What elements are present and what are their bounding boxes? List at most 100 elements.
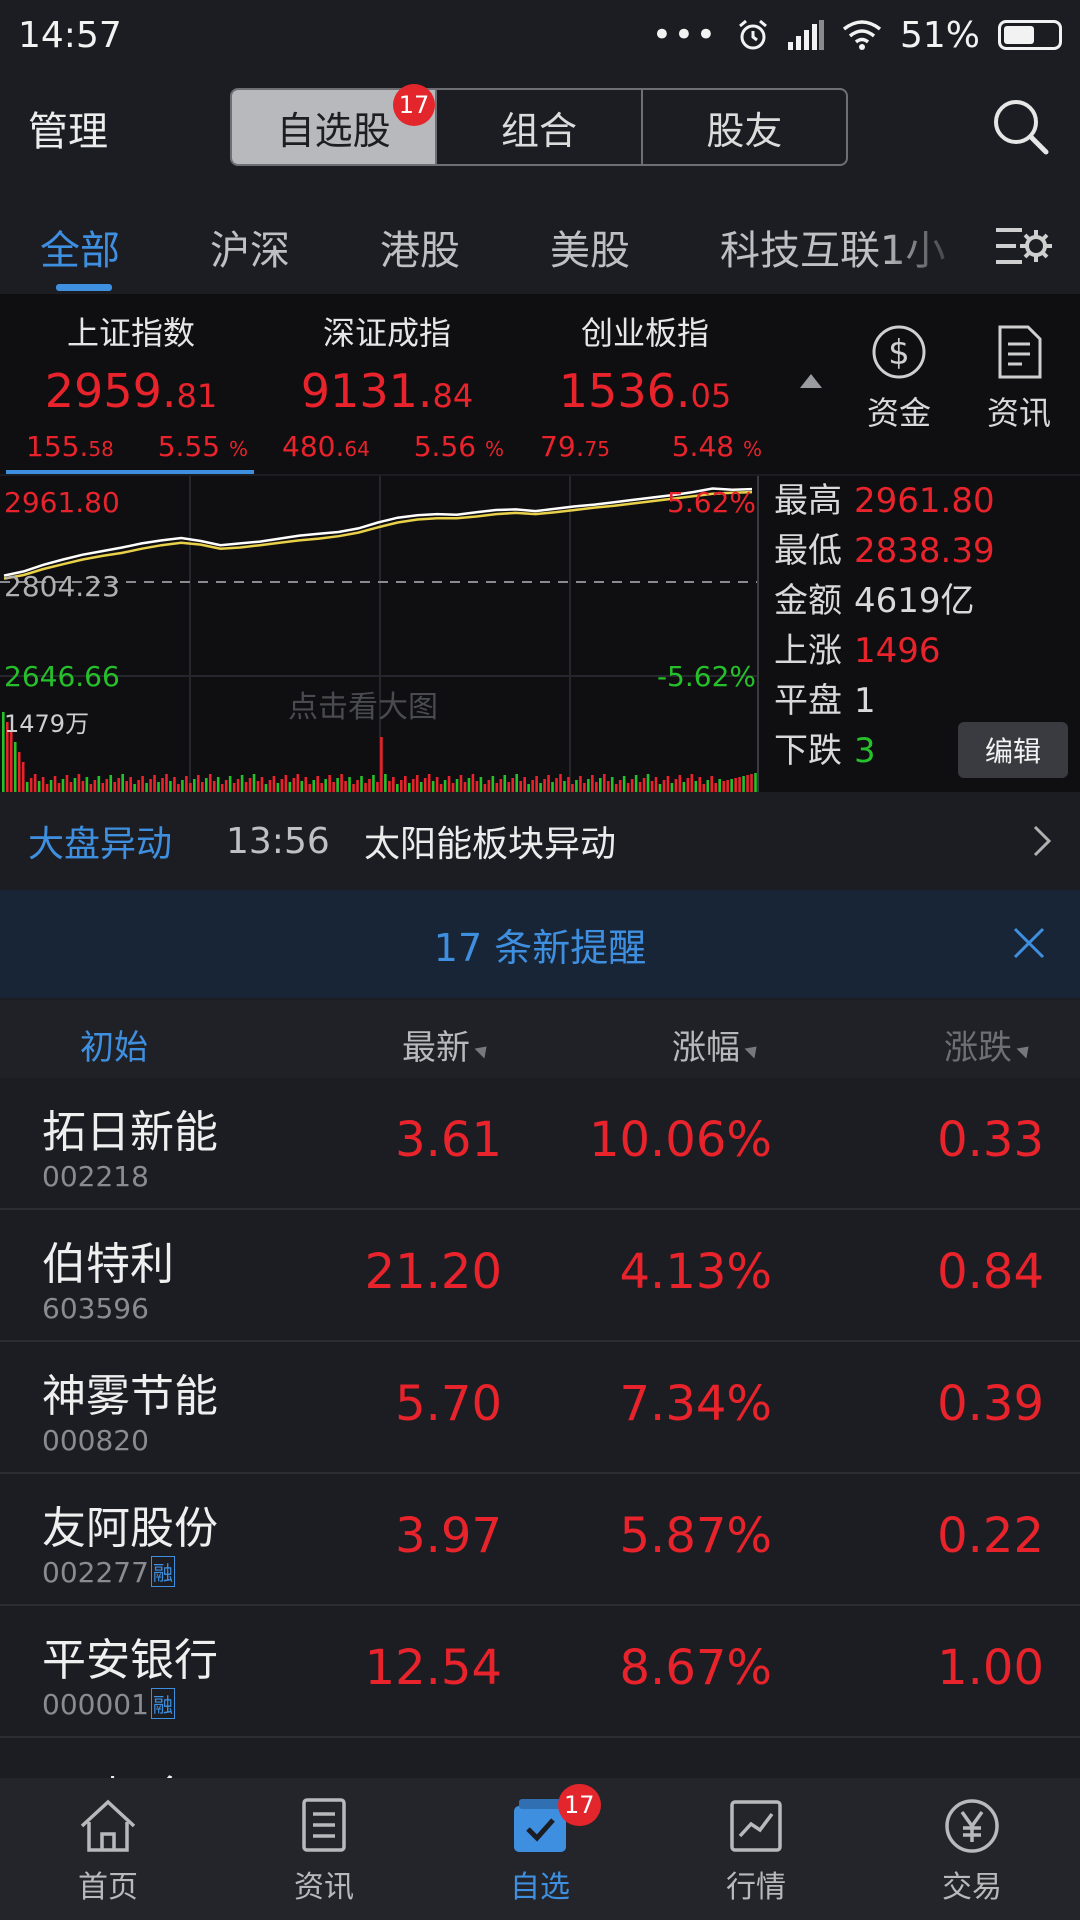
volume-bar: [380, 737, 383, 792]
chart-low-label: 2646.66: [4, 660, 120, 693]
chart-volume-label: 1479万: [4, 710, 90, 738]
collapse-arrow-icon[interactable]: [800, 374, 822, 388]
chart-icon: [730, 1800, 782, 1852]
chart-hint: 点击看大图: [288, 690, 438, 725]
category-hushen[interactable]: 沪深: [210, 218, 290, 276]
stock-row[interactable]: 拓日新能 002218 3.61 10.06% 0.33: [0, 1078, 1080, 1210]
category-all[interactable]: 全部: [40, 218, 120, 276]
volume-bar: [746, 775, 749, 792]
top-header: 管理 自选股 17 组合 股友: [0, 70, 1080, 186]
volume-bar: [503, 775, 507, 792]
stat-label: 下跌: [774, 731, 842, 771]
edit-button[interactable]: 编辑: [958, 722, 1068, 778]
volume-bar: [336, 778, 339, 792]
nav-badge: 17: [558, 1784, 601, 1826]
nav-news[interactable]: 资讯: [216, 1778, 432, 1920]
volume-bar: [495, 783, 499, 792]
volume-bar: [61, 779, 65, 792]
volume-bar: [201, 782, 204, 792]
volume-bar: [411, 779, 415, 792]
stock-pct: 10.06%: [588, 1112, 772, 1168]
new-alerts-banner[interactable]: 17 条新提醒: [0, 890, 1080, 998]
margin-tag: 融: [150, 1556, 175, 1587]
stat-label: 金额: [774, 581, 842, 621]
news-button[interactable]: 资讯: [964, 324, 1074, 434]
volume-bar: [352, 784, 355, 792]
volume-bar: [575, 780, 578, 792]
volume-bar: [583, 783, 586, 792]
tab-label: 股友: [706, 108, 783, 153]
volume-bar: [606, 781, 610, 792]
sort-icon: [474, 1041, 492, 1058]
document-icon: [998, 325, 1042, 379]
index-sz[interactable]: 深证成指 9131.84 480.64 5.56 %: [262, 294, 512, 463]
volume-bar: [332, 782, 335, 792]
volume-bar: [268, 780, 272, 792]
volume-bar: [57, 783, 61, 792]
nav-home[interactable]: 首页: [0, 1778, 216, 1920]
index-name: 深证成指: [322, 314, 451, 352]
stock-code: 002277 融: [42, 1556, 175, 1589]
sort-latest[interactable]: 最新: [402, 1020, 492, 1069]
stock-price: 3.61: [395, 1112, 502, 1168]
category-settings-icon[interactable]: [994, 220, 1054, 272]
sort-pct[interactable]: 涨幅: [672, 1020, 762, 1069]
volume-bar: [292, 778, 296, 792]
volume-bar: [563, 781, 566, 792]
sort-chg[interactable]: 涨跌: [944, 1020, 1034, 1069]
volume-bar: [121, 774, 124, 792]
funds-button[interactable]: $ 资金: [844, 324, 954, 434]
stat-value: 2961.80: [854, 481, 995, 521]
volume-bar: [459, 775, 463, 792]
volume-bar: [407, 783, 411, 792]
funds-label: 资金: [866, 394, 931, 432]
volume-bar: [73, 778, 77, 792]
stat-label: 上涨: [774, 631, 842, 671]
volume-bar: [169, 781, 172, 792]
market-alert-tag: 大盘异动: [28, 824, 173, 865]
search-icon[interactable]: [990, 96, 1050, 156]
volume-bar: [93, 780, 97, 792]
stock-name: 伯特利: [42, 1239, 174, 1290]
volume-bar: [53, 776, 57, 792]
market-alert-row[interactable]: 大盘异动 13:56 太阳能板块异动: [0, 792, 1080, 890]
volume-bar: [240, 775, 244, 792]
volume-bar: [646, 774, 650, 792]
volume-bar: [77, 774, 81, 792]
sort-initial[interactable]: 初始: [80, 1020, 148, 1069]
index-price: 2959.81: [44, 364, 218, 418]
chart-pct-down: -5.62%: [656, 660, 756, 693]
new-alerts-text: 17 条新提醒: [433, 925, 647, 970]
category-hk[interactable]: 港股: [380, 218, 460, 276]
nav-trade[interactable]: 交易: [864, 1778, 1080, 1920]
tab-label: 自选股: [276, 108, 391, 153]
tab-watchlist[interactable]: 自选股 17: [232, 84, 438, 164]
stock-price: 21.20: [364, 1244, 502, 1300]
volume-bar: [276, 783, 280, 792]
index-sh[interactable]: 上证指数 2959.81 155.58 5.55 %: [6, 294, 256, 463]
volume-bar: [316, 776, 320, 792]
news-label: 资讯: [986, 394, 1051, 432]
volume-bar: [33, 774, 37, 792]
nav-market[interactable]: 行情: [648, 1778, 864, 1920]
intraday-chart[interactable]: 2961.80 2804.23 2646.66 5.62% -5.62% 147…: [0, 476, 760, 792]
manage-button[interactable]: 管理: [28, 99, 108, 157]
volume-bar: [614, 784, 618, 792]
volume-bar: [710, 776, 714, 792]
close-icon[interactable]: [1012, 926, 1046, 960]
index-summary: 上证指数 2959.81 155.58 5.55 % 深证成指 9131.84 4…: [0, 294, 1080, 474]
stock-row[interactable]: 平安银行 000001 融 12.54 8.67% 1.00: [0, 1606, 1080, 1738]
stock-row[interactable]: 伯特利 603596 21.20 4.13% 0.84: [0, 1210, 1080, 1342]
volume-bar: [579, 776, 582, 792]
category-us[interactable]: 美股: [550, 218, 630, 276]
stock-row[interactable]: 友阿股份 002277 融 3.97 5.87% 0.22: [0, 1474, 1080, 1606]
tab-portfolio[interactable]: 组合: [437, 90, 643, 164]
stock-change: 0.84: [937, 1244, 1044, 1300]
nav-watchlist[interactable]: 自选 17: [432, 1778, 648, 1920]
watchlist-header: 初始 最新 涨幅 涨跌: [0, 1000, 1080, 1078]
stock-row[interactable]: 神雾节能 000820 5.70 7.34% 0.39: [0, 1342, 1080, 1474]
volume-bar: [81, 781, 85, 792]
alarm-icon: [739, 19, 767, 50]
tab-friends[interactable]: 股友: [643, 90, 846, 164]
index-cyb[interactable]: 创业板指 1536.05 79.75 5.48 %: [520, 294, 770, 463]
